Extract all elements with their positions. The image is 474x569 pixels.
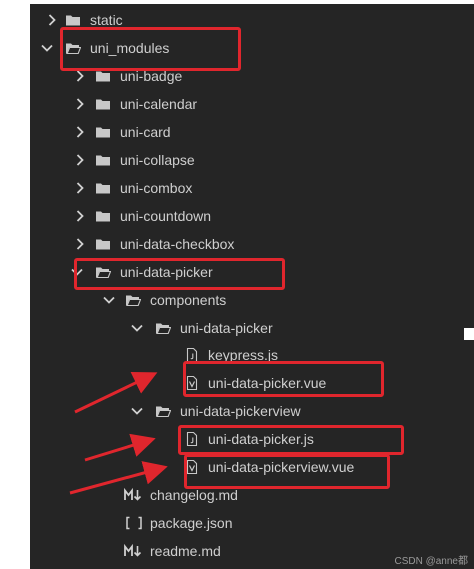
tree-item-uni-data-pickerview[interactable]: uni-data-pickerview — [30, 397, 474, 425]
folder-open-icon — [95, 264, 112, 280]
tree-item-uni-data-picker-vue[interactable]: uni-data-picker.vue — [30, 369, 474, 397]
tree-item-label: changelog.md — [150, 487, 238, 503]
tree-item-keypress-js[interactable]: keypress.js — [30, 341, 474, 369]
chevron-right-icon[interactable] — [73, 209, 87, 223]
tree-item-label: static — [90, 12, 123, 28]
screenshot-panel: static uni_modules uni-badge uni-calendar un… — [0, 0, 474, 569]
folder-open-icon — [155, 320, 172, 336]
vue-file-icon — [184, 375, 200, 391]
tree-item-label: uni-badge — [120, 68, 183, 84]
tree-item-uni-card[interactable]: uni-card — [30, 118, 474, 146]
folder-icon — [95, 124, 111, 140]
tree-item-components[interactable]: components — [30, 286, 474, 314]
chevron-down-icon[interactable] — [130, 321, 144, 335]
tree-item-label: uni-countdown — [120, 208, 212, 224]
tree-item-uni-data-checkbox[interactable]: uni-data-checkbox — [30, 230, 474, 258]
folder-icon — [95, 152, 111, 168]
tree-item-uni-data-pickerview-vue[interactable]: uni-data-pickerview.vue — [30, 453, 474, 481]
screen-edge — [464, 328, 474, 340]
chevron-right-icon[interactable] — [73, 97, 87, 111]
folder-open-icon — [65, 40, 82, 56]
tree-item-uni-calendar[interactable]: uni-calendar — [30, 90, 474, 118]
folder-icon — [95, 180, 111, 196]
js-file-icon — [184, 431, 200, 447]
chevron-right-icon[interactable] — [73, 125, 87, 139]
markdown-file-icon — [124, 487, 142, 503]
tree-item-uni-data-picker-js[interactable]: uni-data-picker.js — [30, 425, 474, 453]
tree-item-uni-combox[interactable]: uni-combox — [30, 174, 474, 202]
file-explorer-tree: static uni_modules uni-badge uni-calendar un… — [30, 4, 474, 569]
tree-item-uni-badge[interactable]: uni-badge — [30, 62, 474, 90]
chevron-right-icon[interactable] — [73, 181, 87, 195]
tree-item-label: readme.md — [150, 543, 221, 559]
tree-item-uni-data-picker[interactable]: uni-data-picker — [30, 258, 474, 286]
chevron-right-icon[interactable] — [73, 153, 87, 167]
tree-item-label: uni-data-pickerview — [180, 403, 301, 419]
tree-item-label: uni-data-picker — [120, 264, 213, 280]
tree-item-label: uni-data-picker.vue — [208, 375, 327, 391]
folder-icon — [95, 208, 111, 224]
tree-item-uni-data-picker[interactable]: uni-data-picker — [30, 314, 474, 342]
chevron-down-icon[interactable] — [40, 41, 54, 55]
folder-open-icon — [125, 292, 142, 308]
tree-item-static[interactable]: static — [30, 6, 474, 34]
markdown-file-icon — [124, 543, 142, 559]
tree-item-uni-countdown[interactable]: uni-countdown — [30, 202, 474, 230]
tree-item-uni-collapse[interactable]: uni-collapse — [30, 146, 474, 174]
folder-icon — [65, 12, 81, 28]
chevron-down-icon[interactable] — [102, 293, 116, 307]
folder-open-icon — [155, 403, 172, 419]
folder-icon — [95, 236, 111, 252]
tree-item-label: keypress.js — [208, 347, 279, 363]
chevron-right-icon[interactable] — [73, 237, 87, 251]
chevron-right-icon[interactable] — [73, 69, 87, 83]
tree-item-label: package.json — [150, 515, 233, 531]
tree-item-label: uni-data-checkbox — [120, 236, 235, 252]
chevron-down-icon[interactable] — [70, 265, 84, 279]
chevron-down-icon[interactable] — [130, 404, 144, 418]
js-file-icon — [184, 347, 200, 363]
tree-item-label: uni-data-pickerview.vue — [208, 459, 355, 475]
vue-file-icon — [184, 459, 200, 475]
tree-item-label: components — [150, 292, 227, 308]
watermark: CSDN @anne都 — [394, 556, 468, 567]
tree-item-package-json[interactable]: package.json — [30, 509, 474, 537]
tree-item-uni-modules[interactable]: uni_modules — [30, 34, 474, 62]
chevron-right-icon[interactable] — [45, 13, 59, 27]
tree-item-changelog-md[interactable]: changelog.md — [30, 481, 474, 509]
tree-item-label: uni-combox — [120, 180, 193, 196]
json-file-icon — [124, 515, 142, 531]
tree-item-label: uni-card — [120, 124, 171, 140]
tree-item-label: uni-collapse — [120, 152, 195, 168]
tree-item-label: uni_modules — [90, 40, 170, 56]
folder-icon — [95, 96, 111, 112]
tree-item-label: uni-data-picker — [180, 320, 273, 336]
tree-item-label: uni-data-picker.js — [208, 431, 314, 447]
tree-item-label: uni-calendar — [120, 96, 198, 112]
folder-icon — [95, 68, 111, 84]
